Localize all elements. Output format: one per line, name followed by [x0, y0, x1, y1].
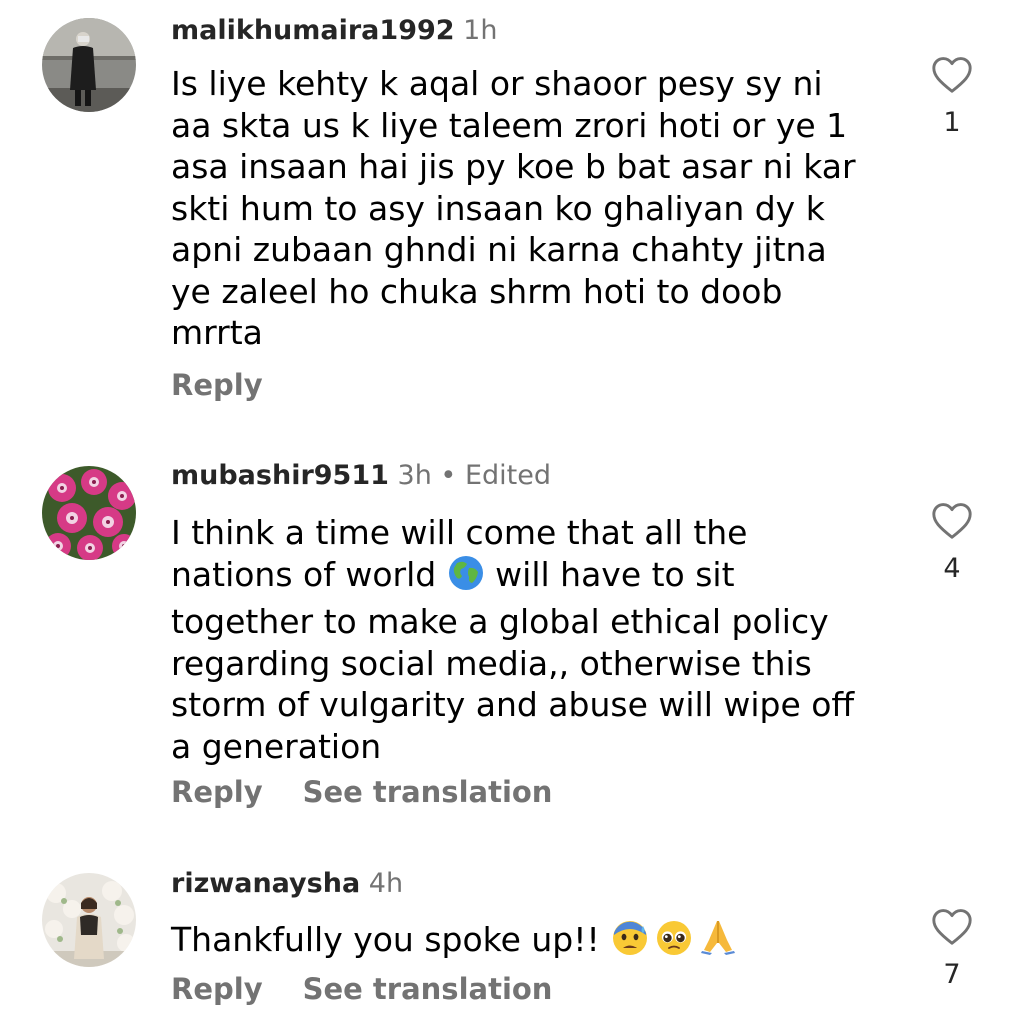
comment-actions: Reply — [171, 367, 263, 403]
like-count: 4 — [943, 553, 961, 584]
edited-label: Edited — [464, 460, 551, 491]
comment-time: 4h — [368, 868, 404, 899]
username[interactable]: malikhumaira1992 — [171, 15, 455, 46]
comment-meta: rizwanaysha 4h — [171, 867, 403, 901]
like-count: 1 — [943, 107, 961, 138]
avatar[interactable] — [42, 466, 136, 560]
username[interactable]: mubashir9511 — [171, 460, 389, 491]
comment-meta: mubashir9511 3h • Edited — [171, 459, 551, 493]
comment-meta: malikhumaira1992 1h — [171, 14, 497, 48]
reply-button[interactable]: Reply — [171, 368, 263, 402]
anxious-face-with-sweat-icon — [610, 917, 650, 967]
heart-icon[interactable] — [930, 906, 974, 946]
comment-text: Thankfully you spoke up!! — [171, 917, 891, 967]
heart-icon[interactable] — [930, 500, 974, 540]
like-group: 4 — [926, 500, 978, 586]
see-translation-button[interactable]: See translation — [303, 775, 553, 809]
comment-time: 3h — [397, 460, 432, 491]
comment-actions: Reply See translation — [171, 971, 552, 1007]
meta-separator: • — [440, 460, 457, 491]
avatar-photo — [42, 18, 136, 112]
heart-icon[interactable] — [930, 54, 974, 94]
avatar[interactable] — [42, 873, 136, 967]
pleading-face-icon — [654, 917, 694, 967]
like-count: 7 — [943, 959, 961, 990]
see-translation-button[interactable]: See translation — [303, 972, 553, 1006]
comment-time: 1h — [463, 15, 498, 46]
reply-button[interactable]: Reply — [171, 775, 263, 809]
avatar[interactable] — [42, 18, 136, 112]
avatar-photo — [42, 466, 136, 560]
comment-text: Is liye kehty k aqal or shaoor pesy sy n… — [171, 64, 856, 352]
comment-actions: Reply See translation — [171, 774, 552, 810]
folded-hands-icon — [698, 917, 738, 967]
username[interactable]: rizwanaysha — [171, 868, 360, 899]
comment-text: I think a time will come that all the na… — [171, 512, 891, 767]
like-group: 1 — [926, 54, 978, 140]
comment-text-part: Thankfully you spoke up!! — [171, 920, 611, 959]
reply-button[interactable]: Reply — [171, 972, 263, 1006]
avatar-photo — [42, 873, 136, 967]
like-group: 7 — [926, 906, 978, 992]
globe-emoji-icon — [447, 554, 485, 602]
